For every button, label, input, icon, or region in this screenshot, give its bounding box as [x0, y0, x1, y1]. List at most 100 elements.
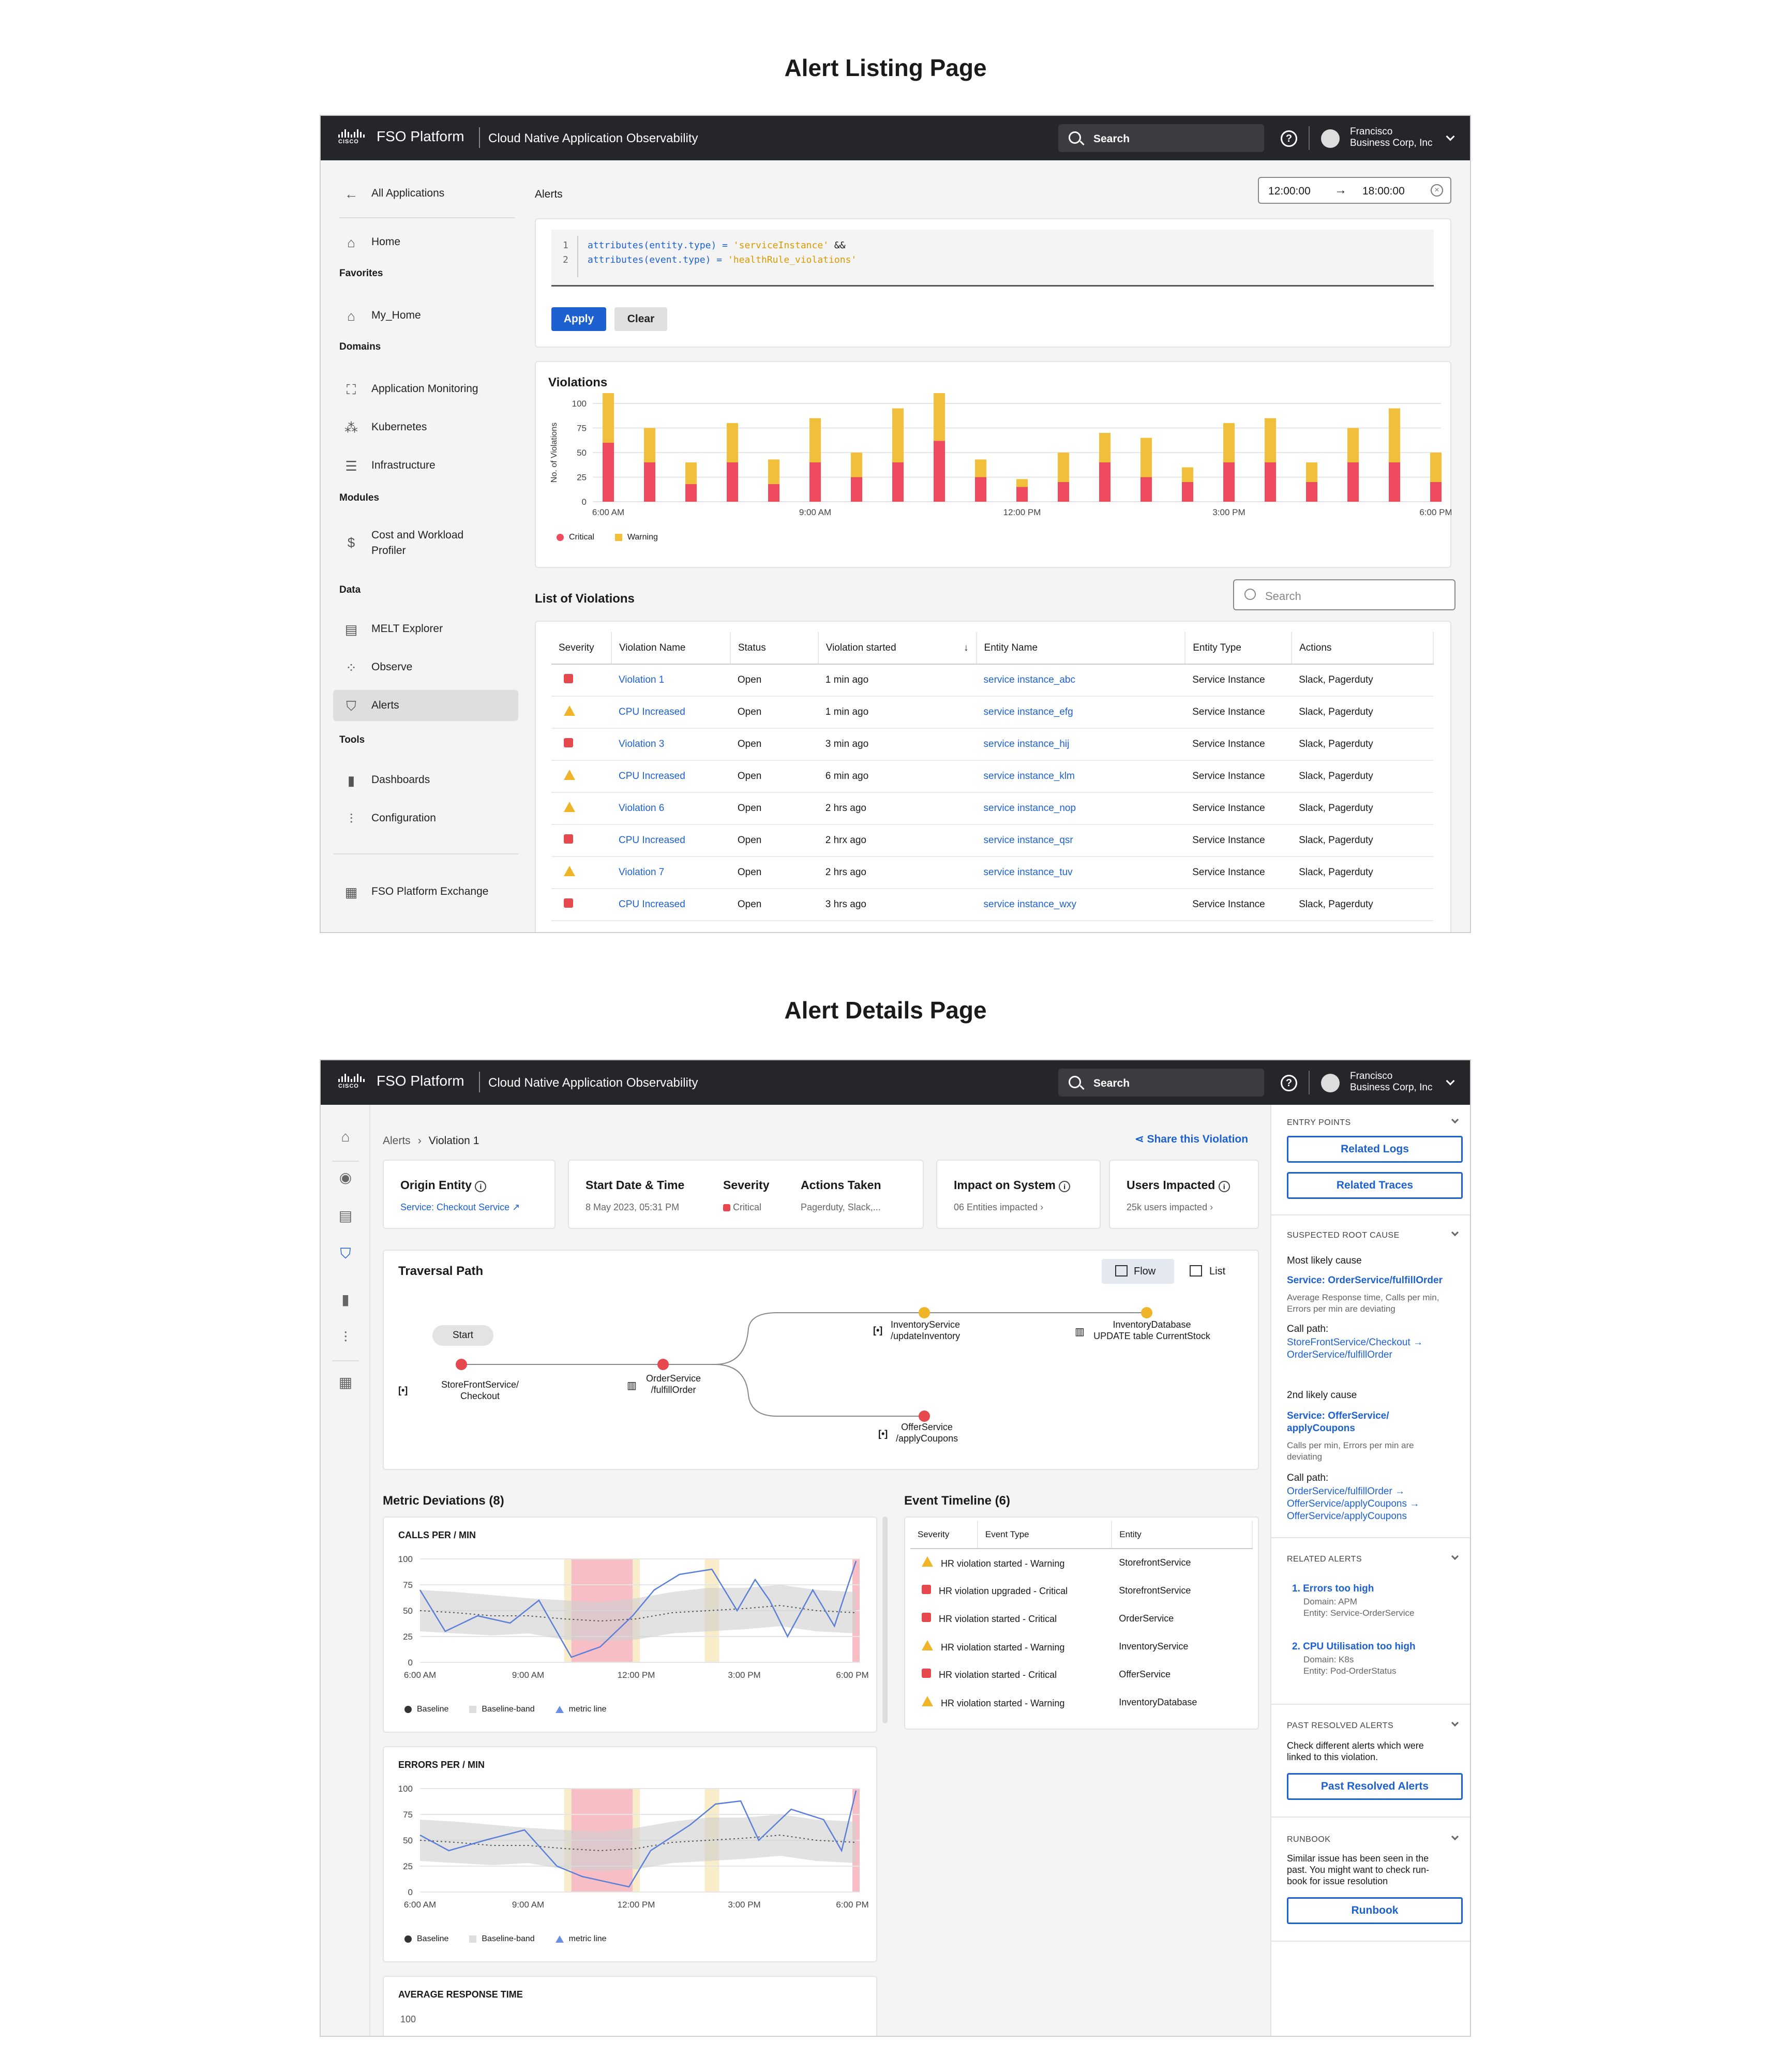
chevron-down-icon[interactable]: [1446, 1076, 1455, 1086]
shield-icon[interactable]: ⛉: [321, 1245, 370, 1263]
help-icon[interactable]: ?: [1281, 130, 1297, 147]
table-row[interactable]: CPU Increased Open 1 min ago service instan…: [551, 696, 1433, 729]
entity-name-link[interactable]: service instance_qsr: [976, 824, 1185, 857]
chevron-down-icon[interactable]: [1451, 1833, 1459, 1841]
table-row[interactable]: CPU Increased Open 2 hrx ago service instan…: [551, 824, 1433, 857]
avatar[interactable]: [1321, 1074, 1340, 1092]
sort-arrow-icon[interactable]: ↓: [964, 642, 969, 654]
chevron-down-icon[interactable]: [1446, 132, 1455, 141]
violation-name-link[interactable]: CPU Increased: [611, 696, 730, 729]
entity-name-link[interactable]: service instance_tuv: [976, 857, 1185, 889]
chevron-down-icon[interactable]: [1451, 1228, 1459, 1237]
entity-name-link[interactable]: service instance_klm: [976, 760, 1185, 793]
table-row[interactable]: Violation 1 Open 1 min ago service instance…: [551, 664, 1433, 697]
entity-name-link[interactable]: service instance_abc: [976, 664, 1185, 697]
past-resolved-button[interactable]: Past Resolved Alerts: [1287, 1773, 1463, 1800]
help-icon[interactable]: ?: [1281, 1075, 1297, 1091]
sidebar-item-infrastructure[interactable]: ☰ Infrastructure: [333, 450, 518, 481]
violation-name-link[interactable]: Violation 1: [611, 664, 730, 697]
table-row[interactable]: HR violation upgraded - Critical Storefro…: [910, 1576, 1252, 1604]
global-search[interactable]: Search: [1058, 124, 1264, 152]
global-search[interactable]: Search: [1058, 1069, 1264, 1097]
sidebar-item-exchange[interactable]: ▦ FSO Platform Exchange: [333, 876, 518, 907]
related-logs-button[interactable]: Related Logs: [1287, 1136, 1463, 1163]
user-menu[interactable]: Francisco Business Corp, Inc: [1350, 126, 1432, 149]
sidebar-item-back[interactable]: ← All Applications: [333, 178, 518, 209]
origin-entity-link[interactable]: Service: Checkout Service ↗: [400, 1202, 520, 1213]
query-editor[interactable]: 1 2 attributes(entity.type) = 'serviceIn…: [551, 230, 1434, 287]
table-row[interactable]: HR violation started - Warning InventoryS…: [910, 1632, 1252, 1660]
sidebar-item-configuration[interactable]: ⫶ Configuration: [333, 803, 518, 834]
impact-card[interactable]: Impact on System i 06 Entities impacted …: [936, 1160, 1101, 1229]
sidebar-item-home[interactable]: ⌂ Home: [333, 227, 518, 258]
cause1-call-path[interactable]: StoreFrontService/Checkout → OrderService…: [1287, 1337, 1423, 1361]
cause1-service-link[interactable]: Service: OrderService/fulfillOrder: [1287, 1274, 1443, 1287]
related-alert-1[interactable]: 1. Errors too high: [1292, 1583, 1374, 1595]
list-search-input[interactable]: Search: [1233, 579, 1455, 610]
violation-name-link[interactable]: CPU Increased: [611, 760, 730, 793]
time-range-picker[interactable]: 12:00:00 → 18:00:00 ×: [1258, 177, 1451, 204]
violation-name-link[interactable]: CPU Increased: [611, 889, 730, 921]
table-row[interactable]: Violation 7 Open 2 hrs ago service instance…: [551, 857, 1433, 889]
bar-warning: [727, 423, 738, 462]
node-offer[interactable]: [919, 1410, 930, 1422]
entity-name-link[interactable]: service instance_nop: [976, 792, 1185, 825]
avatar[interactable]: [1321, 129, 1340, 148]
related-alert-2[interactable]: 2. CPU Utilisation too high: [1292, 1641, 1416, 1653]
node-database[interactable]: [1141, 1307, 1152, 1318]
sidebar-item-alerts[interactable]: ⛉ Alerts: [333, 690, 518, 721]
sidebar-item-cost[interactable]: $ Cost and Workload Profiler: [333, 522, 518, 564]
apply-button[interactable]: Apply: [551, 307, 606, 331]
entity-name-link[interactable]: service instance_hij: [976, 728, 1185, 761]
runbook-button[interactable]: Runbook: [1287, 1897, 1463, 1924]
entity-name-link[interactable]: service instance_wxy: [976, 889, 1185, 921]
table-row[interactable]: Violation 6 Open 2 hrs ago service instance…: [551, 792, 1433, 825]
entity-name-link[interactable]: service instance_efg: [976, 696, 1185, 729]
chevron-down-icon[interactable]: [1451, 1116, 1459, 1124]
table-row[interactable]: HR violation started - Critical OrderServ…: [910, 1604, 1252, 1632]
node-inventory[interactable]: [919, 1307, 930, 1318]
apps-grid-icon[interactable]: ▦: [321, 1374, 370, 1391]
violation-name-link[interactable]: Violation 7: [611, 857, 730, 889]
table-row[interactable]: CPU Increased Open 6 min ago service instan…: [551, 760, 1433, 793]
home-icon[interactable]: ⌂: [321, 1129, 370, 1145]
clear-button[interactable]: Clear: [614, 307, 667, 331]
sidebar-item-melt[interactable]: ▤ MELT Explorer: [333, 613, 518, 644]
violation-name-link[interactable]: Violation 3: [611, 728, 730, 761]
info-icon[interactable]: i: [1218, 1181, 1230, 1192]
scrollbar[interactable]: [882, 1517, 888, 1723]
info-icon[interactable]: i: [1059, 1181, 1071, 1192]
info-icon[interactable]: i: [475, 1181, 487, 1192]
table-row[interactable]: HR violation started - Critical OfferServ…: [910, 1660, 1252, 1688]
node-storefront[interactable]: [456, 1359, 467, 1370]
chevron-down-icon[interactable]: [1451, 1552, 1459, 1560]
cause2-call-path[interactable]: OrderService/fulfillOrder → OfferService/…: [1287, 1485, 1419, 1523]
related-traces-button[interactable]: Related Traces: [1287, 1172, 1463, 1199]
user-menu[interactable]: Francisco Business Corp, Inc: [1350, 1071, 1432, 1093]
bar-chart-icon[interactable]: ▮: [321, 1291, 370, 1308]
bar-warning: [892, 408, 904, 462]
sliders-icon[interactable]: ⫶: [321, 1329, 370, 1346]
eye-icon[interactable]: ◉: [321, 1169, 370, 1186]
table-row[interactable]: HR violation started - Warning Storefront…: [910, 1549, 1252, 1576]
share-violation-link[interactable]: ⋖ Share this Violation: [1135, 1133, 1248, 1146]
violation-name-link[interactable]: Violation 6: [611, 792, 730, 825]
cause2-service-link[interactable]: Service: OfferService/applyCoupons: [1287, 1410, 1389, 1435]
sidebar-item-kubernetes[interactable]: ⁂ Kubernetes: [333, 412, 518, 443]
chevron-down-icon[interactable]: [1451, 1719, 1459, 1727]
severity-cell: [551, 664, 611, 697]
column-header[interactable]: Violation started ↓: [818, 632, 977, 665]
sidebar-item-dashboards[interactable]: ▮ Dashboards: [333, 764, 518, 795]
clear-time-icon[interactable]: ×: [1431, 184, 1443, 197]
sidebar-item-observe[interactable]: ⁘ Observe: [333, 652, 518, 683]
node-order[interactable]: [657, 1359, 669, 1370]
breadcrumb-alerts[interactable]: Alerts: [383, 1135, 411, 1147]
table-row[interactable]: HR violation started - Warning InventoryD…: [910, 1688, 1252, 1716]
violation-name-link[interactable]: CPU Increased: [611, 824, 730, 857]
table-row[interactable]: Violation 3 Open 3 min ago service instance…: [551, 728, 1433, 761]
users-card[interactable]: Users Impacted i 25k users impacted ›: [1109, 1160, 1259, 1229]
table-row[interactable]: CPU Increased Open 3 hrs ago service instan…: [551, 889, 1433, 921]
sidebar-item-my-home[interactable]: ⌂ My_Home: [333, 300, 518, 331]
sidebar-item-app-monitoring[interactable]: ⛶ Application Monitoring: [333, 373, 518, 404]
explorer-icon[interactable]: ▤: [321, 1207, 370, 1224]
